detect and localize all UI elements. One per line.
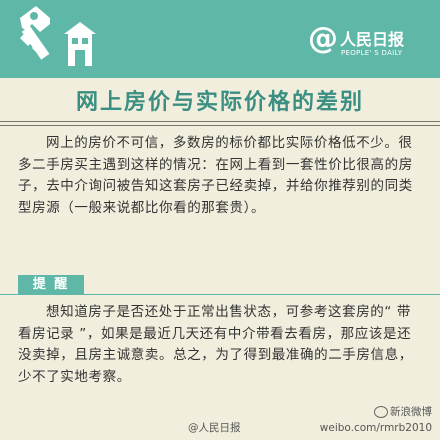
intro-paragraph: 网上的房价不可信，多数房的标价都比实际价格低不少。很多二手房买主遇到这样的情况：… [18,135,413,216]
title-divider-bottom [0,125,440,126]
footer-credit: @人民日报 [188,422,241,434]
peoples-daily-logo: @ 人民日报 PEOPLE' S DAILY [308,22,426,70]
tip-section-header: 提 醒 [0,275,440,295]
logo-subtitle: PEOPLE' S DAILY [341,49,403,57]
title-divider-top [0,121,440,122]
logo-at-symbol: @ [308,21,338,56]
tip-paragraph: 想知道房子是否还处于正常出售状态，可参考这套房的“ 带看房记录 ”，如果是最近几… [18,304,413,385]
key-house-icon [20,6,96,66]
watermark-line2: weibo.com/rmrb2010 [319,422,432,434]
page-title: 网上房价与实际价格的差别 [75,90,364,115]
logo-name: 人民日报 [340,30,405,49]
weibo-icon [374,406,388,418]
header-banner: @ 人民日报 PEOPLE' S DAILY [0,0,440,78]
watermark-line1: 新浪微博 [390,406,432,418]
tip-label: 提 醒 [18,275,84,295]
weibo-watermark: 新浪微博 weibo.com/rmrb2010 [320,404,432,436]
